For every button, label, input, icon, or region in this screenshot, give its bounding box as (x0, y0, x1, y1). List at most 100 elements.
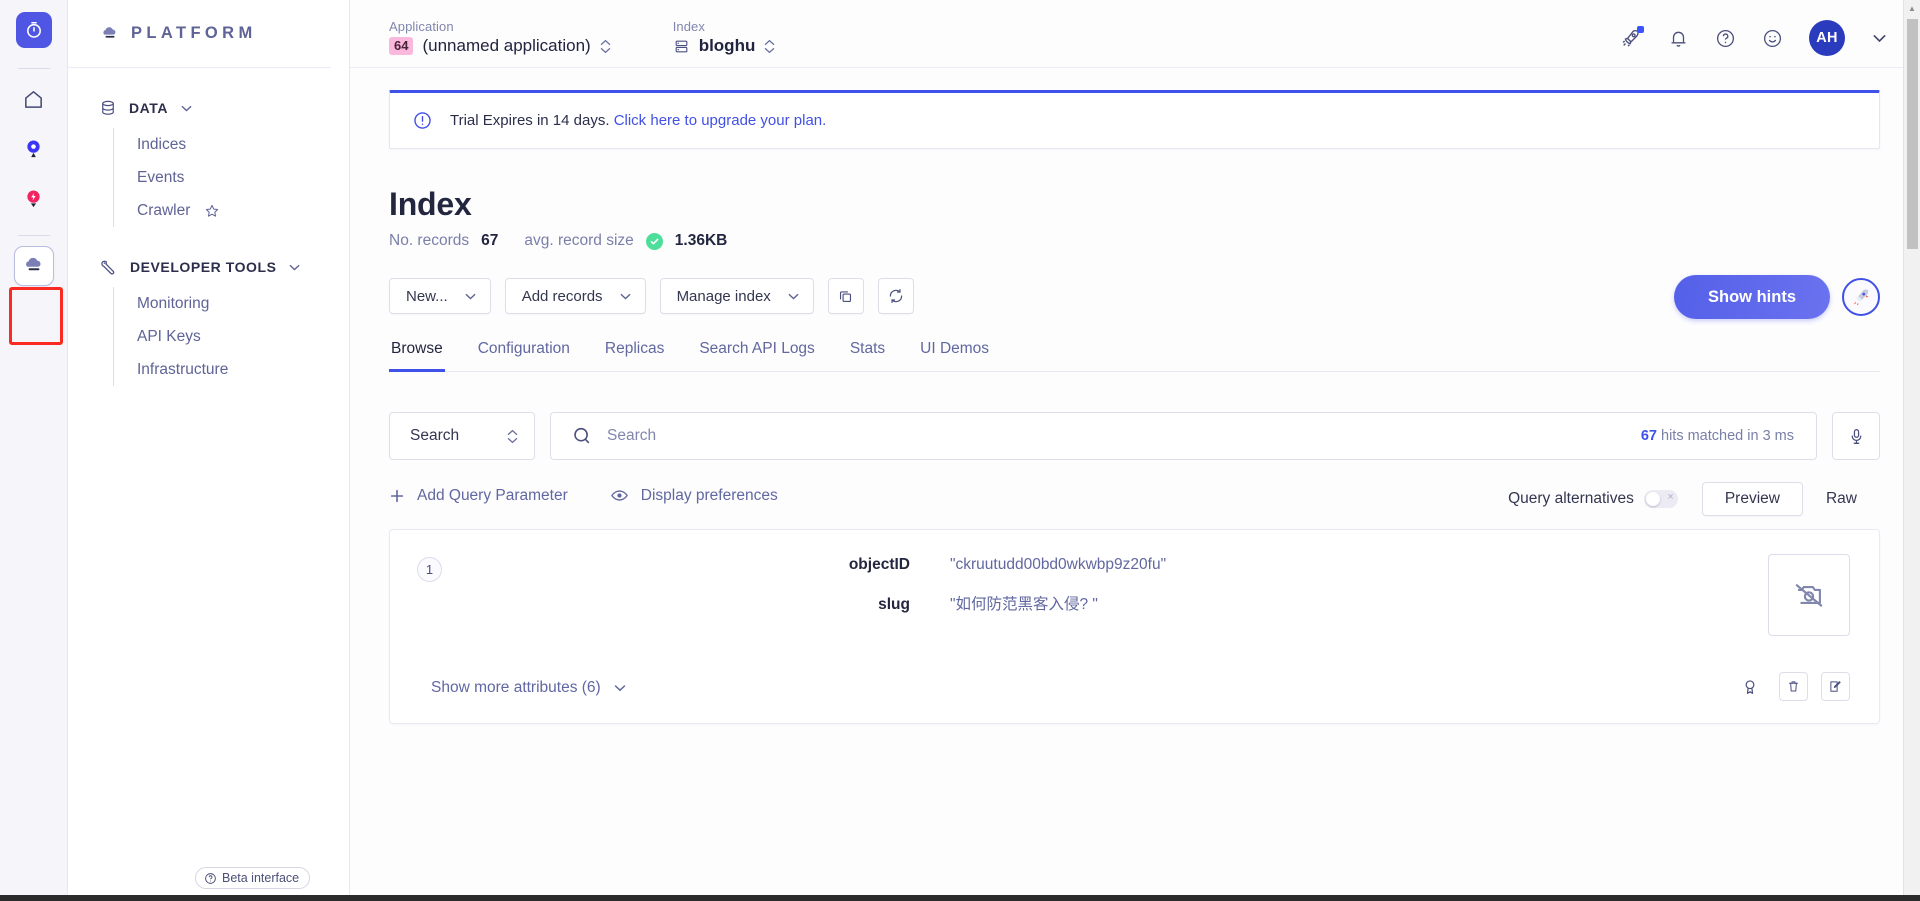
show-more-attributes-button[interactable]: Show more attributes (6) (431, 679, 627, 697)
beta-interface-badge[interactable]: Beta interface (195, 867, 311, 889)
display-preferences-button[interactable]: Display preferences (610, 486, 778, 505)
sidebar-item-label: Crawler (137, 201, 191, 219)
application-badge: 64 (389, 37, 414, 55)
cloud-brand-icon (103, 26, 116, 38)
camera-off-icon (1795, 584, 1823, 607)
account-chevron-down-icon[interactable] (1871, 30, 1888, 47)
sidebar-item-infrastructure[interactable]: Infrastructure (137, 353, 349, 386)
search-row: Search 67 hits matched in (389, 412, 1880, 460)
index-value: bloghu (698, 36, 756, 55)
index-label: Index (672, 19, 705, 34)
avg-record-size-value: 1.36KB (674, 232, 728, 249)
page-title: Index (389, 186, 472, 222)
new-button[interactable]: New... (389, 278, 491, 314)
notification-dot (1637, 26, 1644, 33)
record-actions (1741, 672, 1850, 701)
rocket-icon[interactable] (1620, 26, 1644, 49)
manage-index-button[interactable]: Manage index (659, 278, 814, 314)
show-hints-button[interactable]: Show hints (1674, 275, 1830, 319)
window-bottom-strip (0, 895, 1920, 901)
refresh-button[interactable] (877, 278, 914, 314)
sidebar-section-label: DEVELOPER TOOLS (130, 259, 277, 275)
add-query-parameter-label: Add Query Parameter (417, 486, 568, 504)
view-controls: Query alternatives × Preview Raw (1508, 482, 1880, 516)
bell-icon[interactable] (1668, 28, 1689, 49)
tab-bar: Browse Configuration Replicas Search API… (389, 340, 1880, 372)
sidebar-section-data[interactable]: DATA (68, 88, 349, 128)
ribbon-icon[interactable] (1741, 678, 1759, 696)
hints-group: Show hints (1674, 275, 1880, 319)
sidebar-item-home[interactable] (14, 79, 54, 119)
tab-configuration[interactable]: Configuration (476, 340, 572, 372)
top-bar: Application 64 (unnamed application) Ind… (350, 0, 1920, 68)
tab-ui-demos[interactable]: UI Demos (918, 340, 991, 372)
query-alternatives-toggle[interactable]: × (1643, 490, 1678, 508)
upgrade-plan-link[interactable]: Click here to upgrade your plan. (614, 112, 827, 129)
avatar[interactable]: AH (1809, 20, 1845, 56)
index-selector[interactable]: bloghu (673, 36, 776, 56)
sidebar-brand-label: PLATFORM (131, 24, 257, 42)
microphone-icon (1851, 428, 1861, 444)
help-circle-icon[interactable] (1715, 28, 1736, 49)
rocket-hint-button[interactable] (1842, 278, 1880, 316)
tab-browse[interactable]: Browse (389, 340, 445, 372)
show-more-attributes-wrapper: Show more attributes (6) (431, 679, 627, 697)
scrollbar-thumb[interactable] (1907, 19, 1918, 249)
plus-icon (390, 489, 404, 502)
selection-highlight-box (9, 287, 63, 345)
alert-circle-icon (412, 110, 433, 131)
attribute-value[interactable]: "如何防范黑客入侵? " (950, 592, 1098, 614)
tab-search-api-logs[interactable]: Search API Logs (697, 340, 816, 372)
sidebar-item-monitoring[interactable]: Monitoring (137, 287, 349, 320)
copy-icon (840, 290, 852, 302)
page-scrollbar[interactable]: ▲ (1903, 0, 1920, 901)
copy-button[interactable] (827, 278, 864, 314)
hits-count: 67 (1640, 428, 1657, 444)
icon-rail (0, 0, 68, 901)
stepper-icon[interactable] (764, 39, 775, 54)
stepper-icon[interactable] (507, 429, 518, 444)
lightning-pin-icon[interactable] (14, 179, 54, 219)
attribute-row: slug "如何防范黑客入侵? " (390, 592, 1879, 614)
smiley-icon[interactable] (1762, 28, 1783, 49)
search-kind-selector[interactable]: Search (389, 412, 535, 460)
sidebar-section-developer-tools[interactable]: DEVELOPER TOOLS (68, 247, 349, 287)
database-icon (102, 100, 114, 115)
timer-logo-icon[interactable] (15, 12, 52, 48)
view-mode-raw[interactable]: Raw (1803, 482, 1880, 516)
delete-record-button[interactable] (1779, 672, 1808, 701)
sidebar-item-events[interactable]: Events (137, 161, 349, 194)
view-mode-preview[interactable]: Preview (1701, 482, 1803, 516)
sidebar-item-crawler[interactable]: Crawler (137, 194, 349, 227)
chevron-down-icon (620, 293, 630, 299)
app-root: PLATFORM DATA Indices Events Crawler DEV… (0, 0, 1920, 901)
record-card: 1 objectID "ckruutudd00bd0wkwbp9z20fu" s… (389, 529, 1880, 724)
add-records-button[interactable]: Add records (504, 278, 646, 314)
sidebar-group-developer-tools: Monitoring API Keys Infrastructure (113, 287, 349, 386)
edit-record-button[interactable] (1821, 672, 1850, 701)
scrollbar-up-arrow-icon[interactable]: ▲ (1904, 0, 1920, 17)
tab-replicas[interactable]: Replicas (603, 340, 666, 372)
add-query-parameter-button[interactable]: Add Query Parameter (389, 487, 568, 505)
tab-stats[interactable]: Stats (848, 340, 887, 372)
stepper-icon[interactable] (600, 39, 611, 54)
content: Trial Expires in 14 days. Click here to … (350, 90, 1920, 724)
trash-icon (1789, 681, 1798, 692)
search-pin-icon[interactable] (14, 129, 54, 169)
trial-banner-text: Trial Expires in 14 days. Click here to … (450, 112, 826, 129)
sidebar-item-indices[interactable]: Indices (137, 128, 349, 161)
display-preferences-label: Display preferences (640, 486, 778, 504)
filter-row: Add Query Parameter Display preferences … (389, 482, 1880, 516)
search-input[interactable] (607, 427, 1627, 445)
help-circle-icon (205, 872, 216, 884)
sidebar-item-api-keys[interactable]: API Keys (137, 320, 349, 353)
sidebar-section-label: DATA (129, 100, 169, 116)
attribute-key: slug (878, 596, 910, 613)
star-icon[interactable] (204, 203, 220, 219)
sidebar-item-platform[interactable] (13, 246, 54, 286)
application-selector[interactable]: 64 (unnamed application) (389, 36, 611, 56)
voice-search-button[interactable] (1832, 412, 1880, 460)
records-value: 67 (481, 232, 499, 249)
sidebar-item-label: Indices (137, 135, 187, 153)
attribute-value[interactable]: "ckruutudd00bd0wkwbp9z20fu" (950, 556, 1166, 574)
